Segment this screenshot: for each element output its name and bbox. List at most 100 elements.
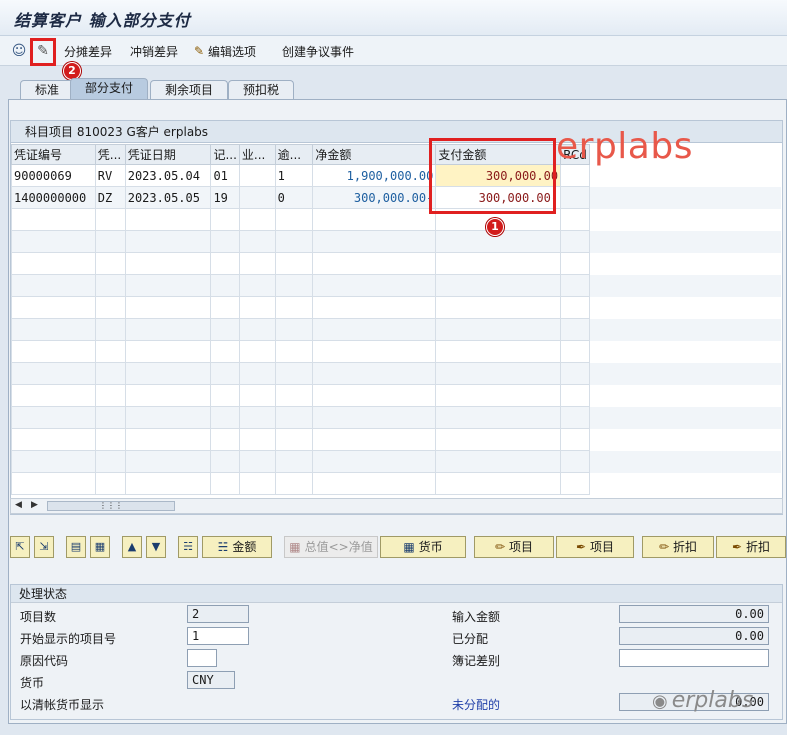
grid-icon: ▦ (289, 540, 301, 554)
edit-options-button[interactable]: 编辑选项 (208, 43, 256, 60)
currency-button[interactable]: ▦ 货币 (380, 536, 466, 558)
col-net-amount[interactable]: 净金额 (312, 144, 437, 165)
first-item-label: 开始显示的项目号 (20, 632, 117, 646)
tab-withholding-tax[interactable]: 预扣税 (228, 80, 295, 100)
erplabs-watermark: erplabs (556, 126, 693, 167)
select-all-icon[interactable]: ⇱ (10, 536, 30, 558)
gross-net-toggle-button: ▦ 总值<>净值 (284, 536, 378, 558)
create-dispute-button[interactable]: 创建争议事件 (282, 43, 354, 60)
cell-filler (589, 164, 782, 187)
first-item-input[interactable]: 1 (187, 627, 249, 645)
save-layout-icon[interactable]: ▦ (90, 536, 110, 558)
cell-doc-number[interactable]: 1400000000 (11, 186, 96, 209)
table-row[interactable]: 1400000000 DZ 2023.05.05 19 0 300,000.00… (11, 186, 782, 209)
sort-ascending-icon[interactable]: ▲ (122, 536, 142, 558)
col-doc-date[interactable]: 凭证日期 (124, 144, 212, 165)
table-row (11, 252, 782, 275)
cell-business-area (238, 164, 276, 187)
table-row (11, 406, 782, 429)
table-row (11, 450, 782, 473)
pencil-split-icon: ✒ (731, 540, 743, 554)
items-table: 凭证编号 凭... 凭证日期 记... 业... 逾... 净金额 支付金额 R… (11, 144, 782, 495)
col-business-area[interactable]: 业... (238, 144, 276, 165)
amount-button[interactable]: ☵ 金额 (202, 536, 272, 558)
table-row (11, 384, 782, 407)
posting-difference-input[interactable] (619, 649, 769, 667)
table-row (11, 428, 782, 451)
title-bar: 结算客户 输入部分支付 (0, 0, 787, 36)
table-row (11, 274, 782, 297)
col-overdue[interactable]: 逾... (274, 144, 314, 165)
scroll-left-icon[interactable]: ◀ (15, 500, 22, 510)
scroll-right-icon[interactable]: ▶ (31, 500, 38, 510)
assigned-label: 已分配 (452, 632, 489, 646)
table-row (11, 318, 782, 341)
tab-partial-payment[interactable]: 部分支付 (70, 78, 149, 100)
table-row (11, 340, 782, 363)
tab-strip: 标准 部分支付 剩余项目 预扣税 (0, 76, 787, 100)
cell-overdue: 0 (274, 186, 314, 209)
discount-button-2[interactable]: ✒ 折扣 (716, 536, 786, 558)
step-marker-1: 1 (486, 218, 504, 236)
find-icon[interactable]: ☵ (178, 536, 198, 558)
grid-icon: ▦ (403, 540, 415, 554)
wechat-icon: ◉ (652, 691, 668, 712)
cell-doc-number[interactable]: 90000069 (11, 164, 96, 187)
cell-doc-date: 2023.05.05 (124, 186, 212, 209)
grid-action-bar: ⇱ ⇲ ▤ ▦ ▲ ▼ ☵ ☵ 金额 ▦ 总值<>净值 ▦ 货币 ✏ 项目 ✒ 项目 ✏ 折… (10, 536, 787, 562)
tab-residual-items[interactable]: 剩余项目 (150, 80, 229, 100)
entered-amount-label: 输入金额 (452, 610, 501, 624)
currency-label: 货币 (20, 676, 45, 690)
window-title: 结算客户 输入部分支付 (14, 11, 191, 30)
binoculars-icon: ☵ (217, 540, 229, 554)
item-button-2[interactable]: ✒ 项目 (556, 536, 634, 558)
distribute-difference-button[interactable]: 分摊差异 (64, 43, 112, 60)
horizontal-scrollbar[interactable]: ◀ ▶ ⋮⋮⋮ (10, 498, 783, 514)
item-count-label: 项目数 (20, 610, 57, 624)
table-row (11, 230, 782, 253)
items-grid-panel: 科目项目 810023 G客户 erplabs 凭证编号 凭... 凭证日期 记… (10, 120, 783, 515)
item-count-field: 2 (187, 605, 249, 623)
status-header: 处理状态 (11, 585, 782, 603)
pencil-icon: ✏ (494, 540, 506, 554)
tab-standard[interactable]: 标准 (20, 80, 75, 100)
reason-code-input[interactable] (187, 649, 217, 667)
col-posting-key[interactable]: 记... (210, 144, 240, 165)
cell-overdue: 1 (274, 164, 314, 187)
application-toolbar: ☺ ✎ 分摊差异 冲销差异 ✎ 编辑选项 创建争议事件 (0, 36, 787, 66)
erplabs-bottom-watermark: ◉ erplabs (652, 688, 754, 713)
unassigned-label: 未分配的 (452, 698, 501, 712)
cell-posting-key: 01 (210, 164, 240, 187)
table-row (11, 362, 782, 385)
currency-field: CNY (187, 671, 235, 689)
col-doc-type[interactable]: 凭... (94, 144, 126, 165)
payment-amount-highlight (429, 138, 556, 214)
pencil-icon: ✏ (658, 540, 670, 554)
clearing-currency-label: 以清帐货币显示 (20, 698, 105, 712)
table-row[interactable]: 90000069 RV 2023.05.04 01 1 1,900,000.00… (11, 164, 782, 187)
col-doc-number[interactable]: 凭证编号 (11, 144, 96, 165)
pencil-split-icon: ✒ (575, 540, 587, 554)
cell-doc-type: RV (94, 164, 126, 187)
scroll-thumb[interactable]: ⋮⋮⋮ (47, 501, 175, 511)
deselect-icon[interactable]: ⇲ (34, 536, 54, 558)
writeoff-difference-button[interactable]: 冲销差异 (130, 43, 178, 60)
cell-reason-code[interactable] (560, 164, 590, 187)
entered-amount-field: 0.00 (619, 605, 769, 623)
assigned-field: 0.00 (619, 627, 769, 645)
reason-code-label: 原因代码 (20, 654, 69, 668)
item-button-1[interactable]: ✏ 项目 (474, 536, 554, 558)
discount-button-1[interactable]: ✏ 折扣 (642, 536, 714, 558)
table-row (11, 296, 782, 319)
posting-difference-label: 簿记差别 (452, 654, 501, 668)
edit-icon-highlight (30, 38, 56, 66)
detail-icon[interactable]: ▤ (66, 536, 86, 558)
person-icon[interactable]: ☺ (10, 42, 28, 60)
table-row (11, 472, 782, 495)
pencil-icon: ✎ (193, 44, 205, 58)
cell-reason-code[interactable] (560, 186, 590, 209)
cell-business-area (238, 186, 276, 209)
cell-doc-date: 2023.05.04 (124, 164, 212, 187)
cell-posting-key: 19 (210, 186, 240, 209)
filter-icon[interactable]: ▼ (146, 536, 166, 558)
